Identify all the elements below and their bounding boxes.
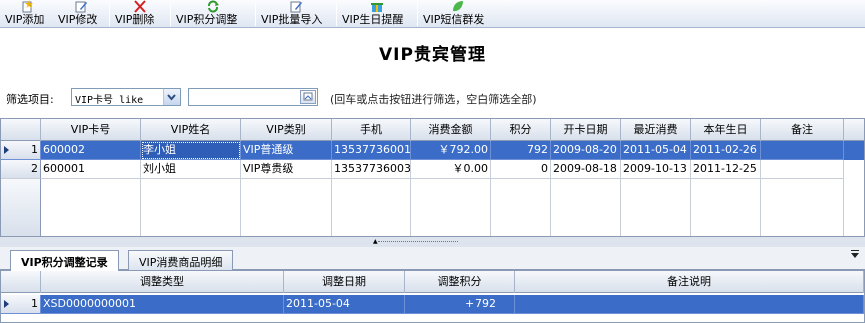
vip-edit-button[interactable]: VIP修改	[53, 0, 109, 28]
add-icon	[22, 0, 33, 13]
vip-delete-button[interactable]: VIP删除	[110, 0, 170, 28]
vip-batch-import-label: VIP批量导入	[261, 13, 323, 26]
vip-delete-label: VIP删除	[115, 13, 155, 26]
filter-field-select[interactable]: VIP卡号 like	[71, 88, 181, 106]
detail-tabbar: VIP积分调整记录 VIP消费商品明细	[0, 247, 865, 271]
current-row-arrow-icon	[4, 300, 9, 308]
row-indicator: 1	[1, 295, 41, 314]
row-indicator: 2	[1, 160, 41, 179]
tab-points-adjust-records[interactable]: VIP积分调整记录	[10, 250, 119, 271]
cell-birthday[interactable]: 2011-12-25	[691, 160, 761, 179]
delete-icon	[134, 0, 146, 13]
vip-edit-label: VIP修改	[58, 13, 98, 26]
chevron-down-icon[interactable]	[163, 89, 180, 105]
row-indicator-header	[1, 271, 41, 293]
filter-input[interactable]	[188, 88, 318, 106]
column-header[interactable]: VIP卡号	[41, 119, 141, 141]
cell-type[interactable]: VIP普通级	[241, 141, 332, 160]
column-header[interactable]: 备注说明	[515, 271, 864, 293]
cell-birthday[interactable]: 2011-02-26	[691, 141, 761, 160]
panel-splitter[interactable]: ▲	[0, 237, 865, 247]
points-value: 792	[475, 297, 496, 310]
cell-phone[interactable]: 13537736001	[332, 141, 411, 160]
edit-icon	[75, 1, 87, 13]
column-header[interactable]: 调整日期	[284, 271, 405, 293]
column-header[interactable]: 开卡日期	[551, 119, 621, 141]
cell-name[interactable]: 刘小姐	[141, 160, 241, 179]
vip-add-label: VIP添加	[5, 13, 45, 26]
cell-amount[interactable]: ￥0.00	[411, 160, 491, 179]
filter-field-value: VIP卡号 like	[75, 95, 144, 106]
page-title: VIP贵宾管理	[379, 45, 486, 65]
column-header[interactable]: VIP类别	[241, 119, 332, 141]
cell-adjust-note[interactable]	[515, 295, 864, 314]
filter-search-button[interactable]	[300, 90, 316, 104]
vip-batch-import-button[interactable]: VIP批量导入	[256, 0, 336, 28]
vip-sms-broadcast-label: VIP短信群发	[423, 13, 485, 26]
tab-consumption-details[interactable]: VIP消费商品明细	[128, 250, 234, 270]
cell-type[interactable]: VIP尊贵级	[241, 160, 332, 179]
cell-note[interactable]	[761, 160, 844, 179]
grid-empty-area	[1, 179, 864, 236]
cell-adjust-type[interactable]: XSD0000000001	[41, 295, 284, 314]
splitter-grip	[378, 241, 458, 242]
cell-card[interactable]: 600002	[41, 141, 141, 160]
column-header[interactable]: 积分	[491, 119, 551, 141]
cell-adjust-points[interactable]: + 792	[405, 295, 515, 314]
search-icon	[303, 92, 313, 101]
cell-amount[interactable]: ￥792.00	[411, 141, 491, 160]
cell-points[interactable]: 792	[491, 141, 551, 160]
column-header[interactable]: 最近消费	[621, 119, 691, 141]
vip-members-grid: VIP卡号 VIP姓名 VIP类别 手机 消费金额 积分 开卡日期 最近消费 本…	[0, 118, 865, 237]
grid-header: VIP卡号 VIP姓名 VIP类别 手机 消费金额 积分 开卡日期 最近消费 本…	[1, 119, 864, 141]
import-icon	[290, 1, 302, 13]
cell-card[interactable]: 600001	[41, 160, 141, 179]
cell-note[interactable]	[761, 141, 844, 160]
column-header[interactable]: 调整类型	[41, 271, 284, 293]
cell-adjust-date[interactable]: 2011-05-04	[284, 295, 405, 314]
row-indicator-blank	[1, 179, 41, 236]
cell-name[interactable]: 李小姐	[141, 141, 241, 160]
filter-label: 筛选项目:	[6, 93, 54, 106]
table-row[interactable]: 2 600001 刘小姐 VIP尊贵级 13537736003 ￥0.00 0 …	[1, 160, 864, 179]
row-indicator-header	[1, 119, 41, 141]
cell-open-date[interactable]: 2009-08-18	[551, 160, 621, 179]
vip-sms-broadcast-button[interactable]: VIP短信群发	[418, 0, 498, 28]
vip-points-adjust-button[interactable]: VIP积分调整	[171, 0, 255, 28]
table-row[interactable]: 1 600002 李小姐 VIP普通级 13537736001 ￥792.00 …	[1, 141, 864, 160]
grid-header: 调整类型 调整日期 调整积分 备注说明	[1, 271, 864, 293]
tab-list-dropdown-icon[interactable]	[851, 250, 859, 258]
points-adjust-grid: 调整类型 调整日期 调整积分 备注说明 1 XSD0000000001 2011…	[0, 270, 865, 323]
vip-birthday-reminder-button[interactable]: VIP生日提醒	[337, 0, 417, 28]
row-indicator: 1	[1, 141, 41, 160]
cell-phone[interactable]: 13537736003	[332, 160, 411, 179]
refresh-icon	[208, 0, 219, 13]
filter-hint: (回车或点击按钮进行筛选，空白筛选全部)	[330, 93, 537, 106]
column-header[interactable]: 调整积分	[405, 271, 515, 293]
vip-points-adjust-label: VIP积分调整	[176, 13, 238, 26]
cell-open-date[interactable]: 2009-08-20	[551, 141, 621, 160]
vip-add-button[interactable]: VIP添加	[0, 0, 53, 28]
table-row[interactable]: 1 XSD0000000001 2011-05-04 + 792	[1, 295, 864, 314]
leaf-icon	[453, 1, 463, 12]
cell-last-consume[interactable]: 2009-10-13	[621, 160, 691, 179]
column-header[interactable]: 消费金额	[411, 119, 491, 141]
column-header[interactable]: 手机	[332, 119, 411, 141]
column-header[interactable]: 备注	[761, 119, 844, 141]
vip-birthday-reminder-label: VIP生日提醒	[342, 13, 404, 26]
toolbar: VIP添加 VIP修改 VIP删除 VIP积分调整 VIP批量导入 VIP生日提…	[0, 0, 865, 28]
current-row-arrow-icon	[4, 146, 9, 154]
cell-points[interactable]: 0	[491, 160, 551, 179]
gift-icon	[371, 3, 383, 12]
column-header[interactable]: VIP姓名	[141, 119, 241, 141]
cell-last-consume[interactable]: 2011-05-04	[621, 141, 691, 160]
collapse-arrow-icon[interactable]: ▲	[373, 239, 378, 245]
points-sign: +	[465, 297, 475, 310]
column-header[interactable]: 本年生日	[691, 119, 761, 141]
